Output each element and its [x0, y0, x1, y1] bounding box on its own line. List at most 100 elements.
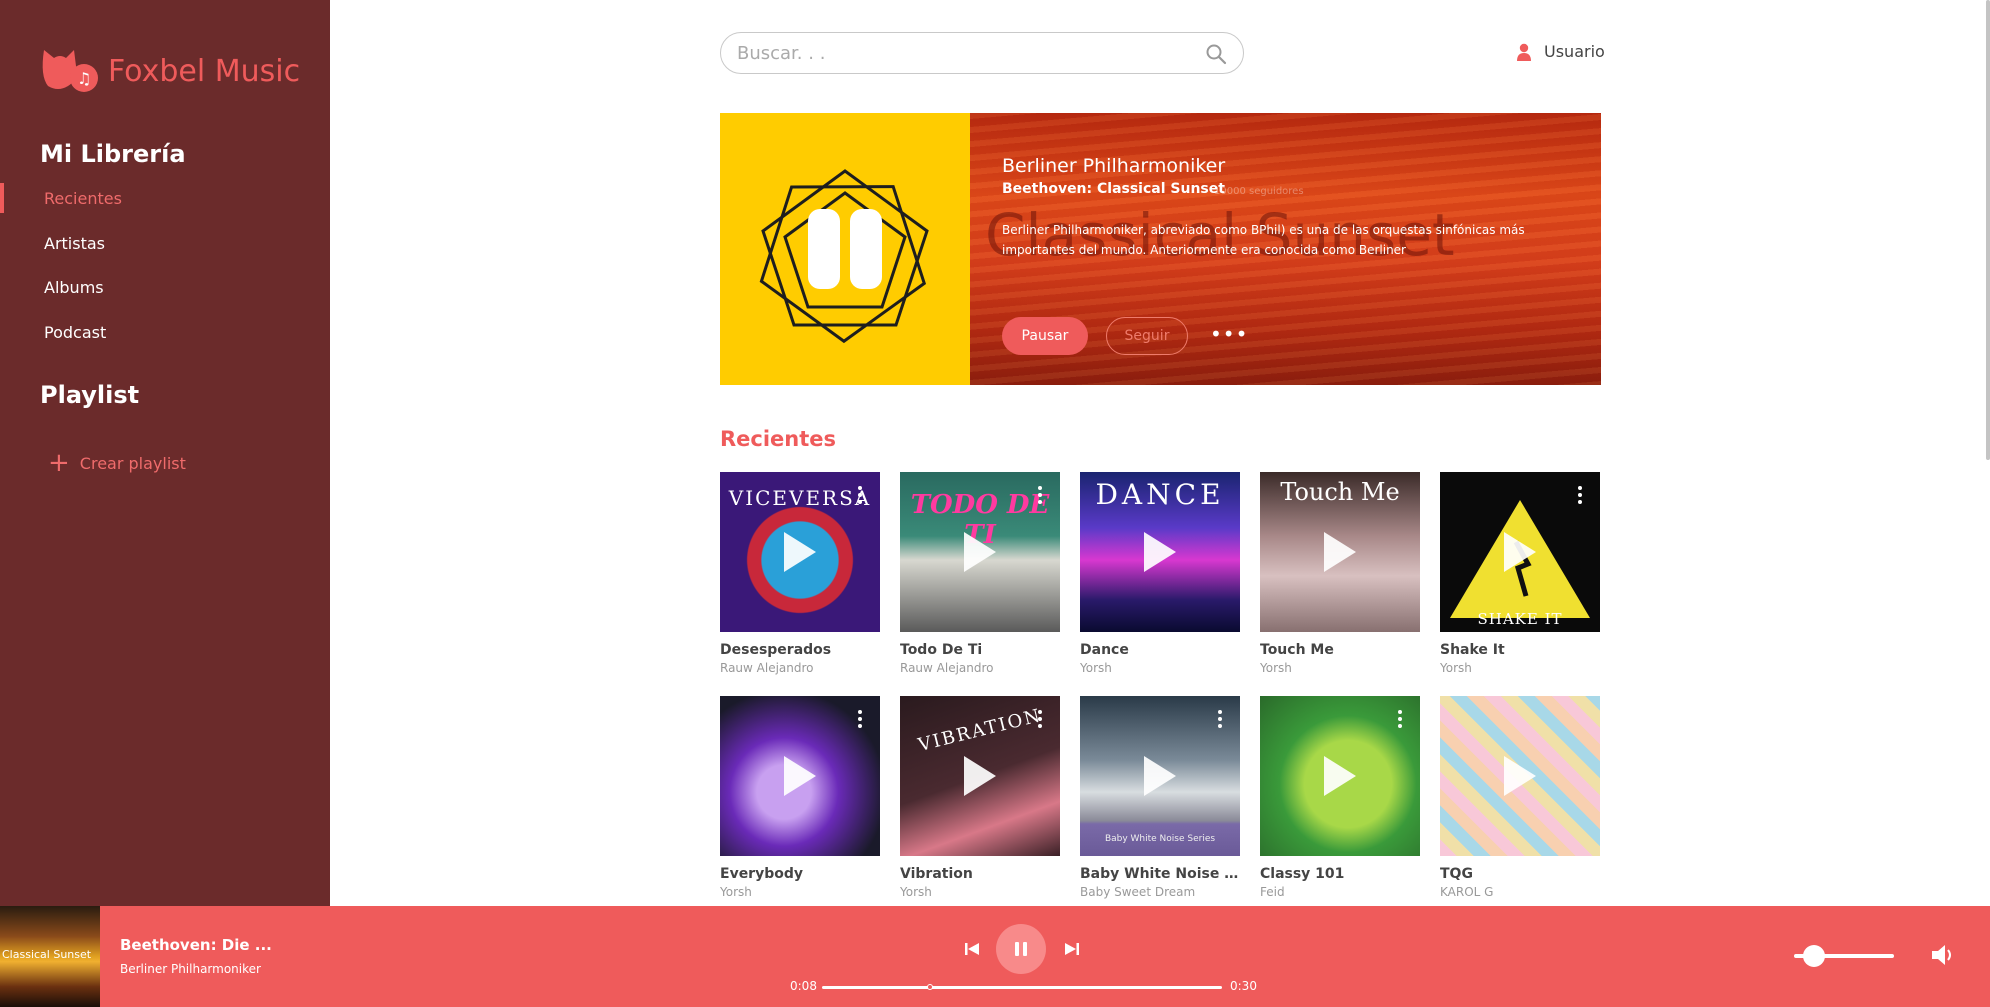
card-artist: KAROL G	[1440, 885, 1494, 899]
card-artist: Baby Sweet Dream	[1080, 885, 1196, 899]
next-track-icon[interactable]	[1064, 941, 1080, 957]
album-cover[interactable]	[720, 696, 880, 856]
current-time: 0:08	[790, 979, 817, 993]
card-title: Everybody	[720, 866, 804, 882]
album-cover[interactable]: Touch Me	[1260, 472, 1420, 632]
sidebar-item-label: Podcast	[44, 322, 107, 342]
cover-title: DANCE	[1095, 478, 1225, 511]
album-card[interactable]: DANCE Dance Yorsh	[1080, 472, 1240, 675]
total-time: 0:30	[1230, 979, 1257, 993]
album-card[interactable]: Classy 101 Feid	[1260, 696, 1420, 899]
card-title: Todo De Ti	[900, 642, 983, 658]
album-card[interactable]: TQG KAROL G	[1440, 696, 1600, 899]
user-menu[interactable]: Usuario	[1516, 42, 1605, 61]
more-options-icon[interactable]	[1038, 710, 1042, 730]
library-title: Mi Librería	[40, 140, 186, 168]
create-playlist-button[interactable]: + Crear playlist	[48, 450, 186, 476]
album-card[interactable]: VICEVERSA Desesperados Rauw Alejandro	[720, 472, 880, 675]
album-cover[interactable]: DANCE	[1080, 472, 1240, 632]
album-cover[interactable]: VICEVERSA	[720, 472, 880, 632]
sidebar-item-albums[interactable]: Albums	[0, 270, 330, 304]
progress-handle[interactable]	[927, 984, 933, 990]
card-artist: Rauw Alejandro	[720, 661, 814, 675]
card-title: Vibration	[900, 866, 973, 882]
cover-title: Touch Me	[1280, 478, 1400, 506]
card-artist: Yorsh	[900, 885, 932, 899]
more-options-icon[interactable]	[1398, 710, 1402, 730]
card-artist: Yorsh	[1440, 661, 1472, 675]
play-icon[interactable]	[1144, 756, 1176, 796]
app-logo[interactable]: ♫ Foxbel Music	[40, 46, 300, 96]
more-options-icon[interactable]	[1218, 710, 1222, 730]
hero-artist: Berliner Philharmoniker	[1002, 155, 1226, 177]
volume-icon[interactable]	[1930, 942, 1956, 968]
hero-album-cover[interactable]	[720, 113, 970, 385]
page-scrollbar[interactable]	[1986, 0, 1990, 460]
volume-handle[interactable]	[1803, 945, 1825, 967]
playlist-title: Playlist	[40, 381, 140, 409]
create-playlist-label: Crear playlist	[79, 453, 186, 473]
more-options-icon[interactable]	[858, 710, 862, 730]
search-input[interactable]	[737, 41, 1177, 65]
more-options-icon[interactable]	[1038, 486, 1042, 506]
album-cover[interactable]: VIBRATION	[900, 696, 1060, 856]
album-cover[interactable]	[1260, 696, 1420, 856]
hero-album: Beethoven: Classical Sunset	[1002, 181, 1225, 197]
card-artist: Yorsh	[1260, 661, 1292, 675]
play-icon[interactable]	[1324, 756, 1356, 796]
player-bar: Classical Sunset Beethoven: Die ... Berl…	[0, 906, 1990, 1007]
play-icon[interactable]	[1324, 532, 1356, 572]
hero-banner: Classical Sunset Berliner Philharmoniker…	[720, 113, 1601, 385]
play-icon[interactable]	[784, 756, 816, 796]
card-title: Dance	[1080, 642, 1129, 658]
album-card[interactable]: TODO DE TI Todo De Ti Rauw Alejandro	[900, 472, 1060, 675]
sidebar-item-label: Albums	[44, 277, 104, 297]
more-options-icon[interactable]	[858, 486, 862, 506]
album-card[interactable]: Touch Me Touch Me Yorsh	[1260, 472, 1420, 675]
play-icon[interactable]	[1504, 756, 1536, 796]
album-cover[interactable]	[1440, 696, 1600, 856]
more-options-icon[interactable]	[1578, 486, 1582, 506]
svg-text:♫: ♫	[77, 69, 91, 88]
play-pause-button[interactable]	[996, 924, 1046, 974]
cover-title: SHAKE IT	[1477, 610, 1563, 628]
card-title: Desesperados	[720, 642, 832, 658]
play-icon[interactable]	[964, 532, 996, 572]
user-label: Usuario	[1544, 42, 1605, 61]
card-artist: Yorsh	[720, 885, 752, 899]
album-card[interactable]: VIBRATION Vibration Yorsh	[900, 696, 1060, 899]
play-icon[interactable]	[964, 756, 996, 796]
album-cover[interactable]: TODO DE TI	[900, 472, 1060, 632]
follow-button[interactable]: Seguir	[1106, 317, 1188, 355]
play-icon[interactable]	[1504, 532, 1536, 572]
more-options-icon[interactable]: •••	[1210, 324, 1247, 347]
now-playing-title: Beethoven: Die ...	[120, 936, 272, 954]
cover-title: VICEVERSA	[728, 486, 872, 510]
hero-followers: 10000 seguidores	[1214, 186, 1304, 197]
sidebar-item-podcast[interactable]: Podcast	[0, 315, 330, 349]
now-playing-cover[interactable]: Classical Sunset	[0, 906, 100, 1007]
cover-title: Baby White Noise Series	[1104, 834, 1216, 844]
plus-icon: +	[48, 448, 70, 478]
album-cover[interactable]: Baby White Noise Series	[1080, 696, 1240, 856]
album-cover[interactable]: SHAKE IT	[1440, 472, 1600, 632]
play-icon[interactable]	[784, 532, 816, 572]
album-card[interactable]: Everybody Yorsh	[720, 696, 880, 899]
progress-bar[interactable]	[822, 984, 1222, 990]
previous-track-icon[interactable]	[964, 941, 980, 957]
album-card[interactable]: SHAKE IT Shake It Yorsh	[1440, 472, 1600, 675]
card-title: TQG	[1440, 866, 1473, 882]
now-playing-cover-text: Classical Sunset	[2, 948, 92, 961]
card-artist: Yorsh	[1080, 661, 1112, 675]
app-name: Foxbel Music	[108, 53, 301, 89]
search-icon[interactable]	[1205, 43, 1227, 65]
sidebar: ♫ Foxbel Music Mi Librería Recientes Art…	[0, 0, 330, 906]
sidebar-item-artistas[interactable]: Artistas	[0, 226, 330, 260]
sidebar-item-label: Artistas	[44, 233, 105, 253]
sidebar-item-recientes[interactable]: Recientes	[0, 181, 330, 215]
pause-button[interactable]: Pausar	[1002, 317, 1088, 355]
album-card[interactable]: Baby White Noise Series Baby White Noise…	[1080, 696, 1240, 899]
play-icon[interactable]	[1144, 532, 1176, 572]
now-playing-artist: Berliner Philharmoniker	[120, 962, 261, 976]
cover-title: VIBRATION	[916, 705, 1044, 756]
